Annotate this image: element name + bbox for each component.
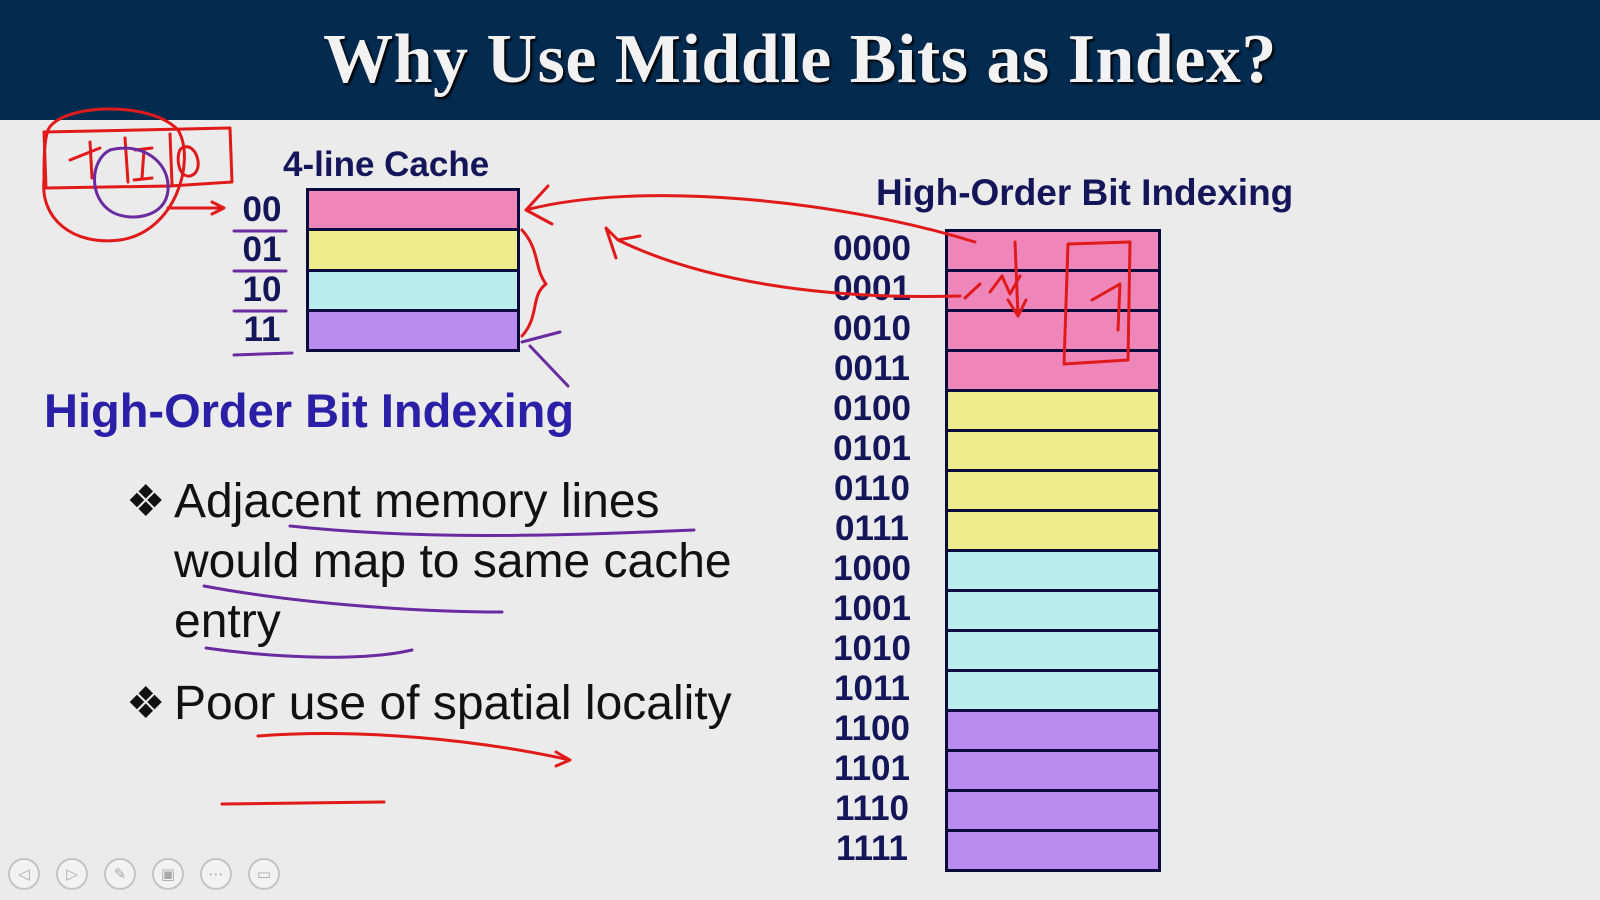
ink-cache-brace [520,228,548,338]
section-heading: High-Order Bit Indexing [44,384,575,437]
memory-address-label: 0100 [833,389,911,428]
memory-address-label: 0011 [834,349,910,388]
ink-arrowhead [524,184,554,226]
cache-index-label: 01 [242,230,282,269]
ink-mapping-arrow [166,200,226,216]
cache-line [309,191,517,232]
cache-title: 4-line Cache [283,145,490,184]
memory-line [948,712,1158,752]
ink-index-circle [93,146,170,219]
cache-index-labels: 00 01 10 11 [232,190,292,350]
bullet-text: Poor use of spatial locality [174,677,732,730]
memory-address-label: 1111 [835,829,909,868]
cache-diagram [306,188,520,352]
slides-overview-icon: ▣ [160,865,176,883]
memory-line [948,832,1158,869]
cache-index-label: 00 [242,190,282,229]
memory-address-label: 0010 [833,309,911,348]
diamond-bullet-icon: ❖ [126,679,166,728]
memory-line [948,432,1158,472]
previous-slide-button[interactable]: ◁ [8,858,40,890]
memory-line [948,512,1158,552]
diamond-bullet-icon: ❖ [126,477,166,526]
ink-annotations [42,107,1132,806]
memory-line [948,312,1158,352]
slides-overview-button[interactable]: ▣ [152,858,184,890]
cache-index-label: 11 [243,310,281,349]
next-slide-icon: ▷ [66,865,78,883]
ink-offset-digit [176,145,200,178]
memory-line [948,552,1158,592]
memory-address-labels: 0000 0001 0010 0011 0100 0101 0110 0111 1000 1001… [822,229,922,869]
bullet-item: ❖ Poor use of spatial locality [126,674,746,734]
memory-diagram [945,229,1161,872]
memory-line [948,592,1158,632]
slide-title: Why Use Middle Bits as Index? [323,21,1277,98]
previous-slide-icon: ◁ [18,865,30,883]
memory-address-label: 1010 [833,629,911,668]
memory-line [948,352,1158,392]
pen-tool-button[interactable]: ✎ [104,858,136,890]
memory-address-label: 0001 [833,269,911,308]
memory-address-label: 1101 [834,749,910,788]
bullet-list: ❖ Adjacent memory lines would map to sam… [126,472,746,756]
ink-address-circle [42,107,186,243]
memory-heading: High-Order Bit Indexing [876,172,1294,213]
ink-tag-digit [68,140,102,180]
memory-line [948,392,1158,432]
memory-address-label: 1001 [833,589,911,628]
cache-index-label: 10 [242,270,282,309]
memory-address-label: 1100 [834,709,910,748]
memory-line [948,792,1158,832]
screen-options-icon: ▭ [256,865,272,883]
memory-address-label: 0110 [834,469,910,508]
slideshow-controls: ◁ ▷ ✎ ▣ ⋯ ▭ [8,858,280,890]
pen-tool-icon: ✎ [113,865,127,883]
memory-line [948,632,1158,672]
ink-address-box [42,126,234,190]
ink-locality-underline [220,800,386,806]
ink-cache-pointer [520,330,570,388]
ink-index-digit [132,146,154,182]
cache-line [309,311,517,349]
memory-address-label: 0111 [835,509,909,548]
cache-line [309,271,517,312]
cache-line [309,231,517,272]
next-slide-button[interactable]: ▷ [56,858,88,890]
memory-line [948,672,1158,712]
ink-arrowhead [604,226,642,260]
memory-address-label: 0101 [833,429,911,468]
memory-address-label: 1011 [834,669,910,708]
memory-line [948,752,1158,792]
title-bar: Why Use Middle Bits as Index? [0,0,1600,120]
bullet-text: Adjacent memory lines would map to same … [174,475,732,648]
ink-address-divider [123,136,130,184]
memory-line [948,472,1158,512]
memory-address-label: 1000 [833,549,911,588]
memory-line [948,272,1158,312]
memory-address-label: 0000 [833,229,911,268]
memory-address-label: 1110 [835,789,909,828]
bullet-item: ❖ Adjacent memory lines would map to sam… [126,472,746,652]
more-options-button[interactable]: ⋯ [200,858,232,890]
ink-address-divider [168,132,174,186]
ink-label-underline [232,351,294,357]
more-options-icon: ⋯ [208,865,224,883]
memory-line [948,232,1158,272]
screen-options-button[interactable]: ▭ [248,858,280,890]
